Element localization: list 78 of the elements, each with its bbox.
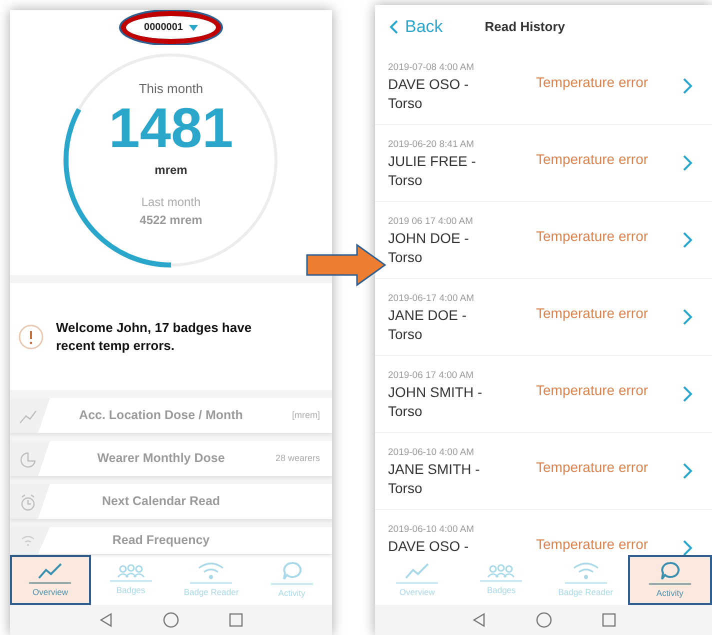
card-detail: [mrem] [292,410,320,420]
trend-icon [404,562,430,580]
body-location: Torso [388,248,424,268]
card-detail: 28 wearers [275,452,320,463]
wearer-name: JOHN DOE - [388,229,470,248]
body-location: Torso [388,325,424,344]
back-link[interactable]: Back [389,14,443,40]
previous-value: 4522 mrem [140,212,202,230]
dashboard-card[interactable]: Acc. Location Dose / Month [mrem] [10,398,332,433]
read-timestamp: 2019 06 17 4:00 AM [388,215,474,229]
wifi-icon [197,562,226,580]
chat-bubble-icon [658,560,681,581]
people-icon [116,564,145,578]
chevron-right-icon [681,462,693,480]
dose-value: 1481 [108,98,234,158]
body-location: Torso [388,94,424,114]
wearer-name: DAVE OSO - [388,537,470,555]
dashboard-card[interactable]: Wearer Monthly Dose 28 wearers [10,441,332,476]
read-row[interactable]: 2019-07-08 4:00 AM DAVE OSO - Torso Temperature error [375,48,712,125]
chevron-right-icon [681,384,693,403]
read-row[interactable]: 2019-06 17 4:00 AM JOHN SMITH - Torso Temperature error [375,356,712,433]
read-status: Temperature error [536,150,650,169]
read-status: Temperature error [536,73,650,92]
previous-label: Last month [141,194,201,212]
wearer-name: JOHN SMITH - [388,383,484,402]
wifi-icon [572,562,600,580]
card-title: Wearer Monthly Dose [96,450,226,468]
read-status: Temperature error [536,458,650,477]
chevron-right-icon [681,538,693,555]
chevron-right-icon [681,230,693,249]
body-location: Torso [388,479,424,498]
tab[interactable]: Badges [90,555,171,605]
read-timestamp: 2019-06 17 4:00 AM [388,369,475,383]
read-status: Temperature error [536,227,650,246]
wearer-name: JULIE FREE - [388,152,477,172]
read-timestamp: 2019-06-20 8:41 AM [388,138,476,152]
dashboard-card[interactable]: Read Frequency [10,527,332,554]
read-status: Temperature error [536,535,650,554]
gauge-label: This month [138,80,204,98]
body-location: Torso [388,402,424,422]
read-timestamp: 2019-06-10 4:00 AM [388,446,476,460]
badge-selector[interactable]: 0000001 [126,16,216,39]
card-title: Read Frequency [111,532,211,550]
screen-title: Read History [484,18,565,36]
chevron-right-icon [681,308,693,326]
read-timestamp: 2019-06-17 4:00 AM [388,292,476,306]
tab[interactable]: Badge Reader [544,555,628,605]
trend-icon [37,562,64,580]
caret-icon [188,24,198,30]
read-status: Temperature error [536,304,650,323]
chevron-right-icon [681,76,693,95]
warning-icon [18,324,44,350]
tab[interactable]: Badges [459,555,544,605]
pie-icon [18,450,38,468]
read-row[interactable]: 2019-06-20 8:41 AM JULIE FREE - Torso Temperature error [375,125,712,202]
read-row[interactable]: 2019-06-17 4:00 AM JANE DOE - Torso Temperature error [375,279,712,356]
chevron-left-icon [389,18,399,34]
chevron-right-icon [681,154,693,172]
read-row[interactable]: 2019-06-10 4:00 AM JANE SMITH - Torso Temperature error [375,433,712,510]
chat-bubble-icon [280,560,303,581]
wearer-name: JANE DOE - [388,306,468,326]
dashboard-card[interactable]: Next Calendar Read [10,484,332,519]
alert-message: Welcome John, 17 badges have recent temp errors. [56,318,253,354]
read-timestamp: 2019-06-10 4:00 AM [388,523,476,537]
wearer-name: DAVE OSO - [388,75,470,94]
body-location: Torso [388,171,424,190]
card-title: Acc. Location Dose / Month [78,407,244,424]
wearer-name: JANE SMITH - [388,460,481,480]
people-icon [487,564,516,578]
dose-unit: mrem [154,162,188,180]
tab[interactable]: Badge Reader [171,555,252,605]
read-status: Temperature error [536,381,650,400]
tab[interactable]: Overview [10,555,90,605]
tab[interactable]: Activity [628,555,712,605]
tab[interactable]: Activity [252,555,332,605]
read-timestamp: 2019-07-08 4:00 AM [388,61,476,75]
card-title: Next Calendar Read [100,493,222,510]
tab[interactable]: Overview [375,555,460,605]
